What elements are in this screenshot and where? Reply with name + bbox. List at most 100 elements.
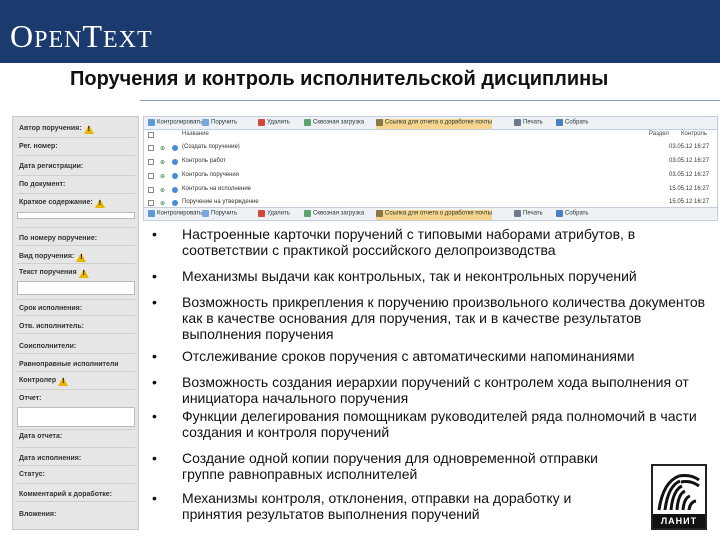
form-field-report[interactable]: Отчет: [13, 395, 138, 402]
bullet-icon: • [152, 268, 157, 284]
form-divider [17, 447, 135, 448]
collect-icon [556, 210, 563, 217]
form-divider [17, 175, 135, 176]
col-name-header[interactable]: Название [182, 131, 209, 137]
form-divider [17, 333, 135, 334]
form-divider [17, 315, 135, 316]
form-field-completion-date[interactable]: Дата исполнения: [13, 455, 138, 462]
form-field-parent-task[interactable]: По номеру поручение: [13, 235, 138, 242]
expand-icon[interactable]: ⊕ [160, 200, 165, 207]
table-row[interactable]: ⊕ Контроль на исполнение 15.05.12 16:27 [144, 186, 717, 196]
form-field-deadline[interactable]: Срок исполнения: [13, 305, 138, 312]
form-divider [17, 389, 135, 390]
row-date: 15.05.12 16:27 [669, 186, 710, 192]
collect-button[interactable]: Собрать [556, 210, 589, 220]
form-field-document[interactable]: По документ: [13, 181, 138, 188]
task-icon [172, 145, 178, 151]
form-divider [17, 227, 135, 228]
bullet-icon: • [152, 294, 157, 310]
form-divider [17, 263, 135, 264]
form-divider [17, 501, 135, 502]
delete-button[interactable]: Удалить [258, 119, 290, 129]
tasks-grid: Название Раздел Контроль ⊕ (Создать пору… [143, 130, 718, 209]
print-icon [514, 210, 521, 217]
grid-header: Название Раздел Контроль [144, 131, 717, 141]
delete-button[interactable]: Удалить [258, 210, 290, 220]
bullet-icon: • [152, 348, 157, 364]
form-divider [17, 193, 135, 194]
form-field-task-type[interactable]: Вид поручения: [13, 253, 138, 262]
control-icon [148, 119, 155, 126]
row-name: Поручение на утверждение [182, 199, 259, 205]
through-load-button[interactable]: Сквозная загрузка [304, 119, 364, 129]
row-checkbox[interactable] [148, 145, 154, 151]
link-icon [376, 119, 383, 126]
delete-icon [258, 119, 265, 126]
form-divider [17, 155, 135, 156]
form-field-report-date[interactable]: Дата отчета: [13, 433, 138, 440]
form-field-rework-comment[interactable]: Комментарий к доработке: [13, 491, 138, 498]
form-field-status[interactable]: Статус: [13, 471, 138, 478]
form-field-summary[interactable]: Краткое содержание: [13, 199, 138, 208]
row-checkbox[interactable] [148, 200, 154, 206]
expand-icon[interactable]: ⊕ [160, 159, 165, 166]
control-button[interactable]: Контролировать [148, 119, 202, 129]
expand-icon[interactable]: ⊕ [160, 187, 165, 194]
table-row[interactable]: ⊕ Контроль работ 03.05.12 16:27 [144, 158, 717, 168]
form-field-controller[interactable]: Контролер [13, 377, 138, 386]
print-button[interactable]: Печать [514, 210, 543, 220]
form-field-coexecutors[interactable]: Соисполнители: [13, 343, 138, 350]
form-field-task-text[interactable]: Текст поручения [13, 269, 138, 278]
col-control-header[interactable]: Контроль [681, 131, 707, 137]
tasks-toolbar-top: Контролировать Поручить Удалить Сквозная… [143, 116, 718, 130]
warning-icon [76, 253, 87, 262]
tasks-toolbar-bottom: Контролировать Поручить Удалить Сквозная… [143, 207, 718, 221]
assign-button[interactable]: Поручить [202, 210, 237, 220]
row-name: Контроль работ [182, 158, 226, 164]
row-name: Контроль на исполнение [182, 186, 252, 192]
assign-icon [202, 119, 209, 126]
report-input[interactable] [17, 407, 135, 427]
collect-icon [556, 119, 563, 126]
assign-button[interactable]: Поручить [202, 119, 237, 129]
report-link-button[interactable]: Ссылка для отчета о доработке почты [376, 119, 492, 129]
form-field-author[interactable]: Автор поручения: [13, 125, 138, 134]
page-title: Поручения и контроль исполнительской дис… [70, 68, 609, 90]
form-field-reg-number[interactable]: Рег. номер: [13, 143, 138, 150]
form-divider [17, 137, 135, 138]
table-row[interactable]: ⊕ (Создать поручение) 03.05.12 16:27 [144, 144, 717, 154]
control-button[interactable]: Контролировать [148, 210, 202, 220]
task-text-input[interactable] [17, 281, 135, 295]
print-icon [514, 119, 521, 126]
through-load-button[interactable]: Сквозная загрузка [304, 210, 364, 220]
task-icon [172, 159, 178, 165]
warning-icon [58, 377, 69, 386]
form-divider [17, 465, 135, 466]
row-checkbox[interactable] [148, 159, 154, 165]
select-all-checkbox[interactable] [148, 132, 154, 138]
header-bar: OPENTEXT [0, 0, 720, 63]
opentext-logo: OPENTEXT [10, 18, 153, 54]
expand-icon[interactable]: ⊕ [160, 145, 165, 152]
task-icon [172, 173, 178, 179]
form-divider [17, 299, 135, 300]
form-field-equal-executors[interactable]: Равноправные исполнители [13, 361, 138, 368]
collect-button[interactable]: Собрать [556, 119, 589, 129]
warning-icon [83, 125, 94, 134]
row-date: 03.05.12 16:27 [669, 172, 710, 178]
bullet-icon: • [152, 374, 157, 390]
print-button[interactable]: Печать [514, 119, 543, 129]
lanit-wordmark: ЛАНИТ [653, 514, 705, 528]
summary-input[interactable] [17, 212, 135, 219]
form-field-responsible[interactable]: Отв. исполнитель: [13, 323, 138, 330]
warning-icon [78, 269, 89, 278]
task-icon [172, 187, 178, 193]
form-field-reg-date[interactable]: Дата регистрации: [13, 163, 138, 170]
row-checkbox[interactable] [148, 173, 154, 179]
row-checkbox[interactable] [148, 187, 154, 193]
col-section-header[interactable]: Раздел [649, 131, 669, 137]
report-link-button[interactable]: Ссылка для отчета о доработке почты [376, 210, 492, 220]
form-field-attachments[interactable]: Вложения: [13, 511, 138, 518]
expand-icon[interactable]: ⊕ [160, 173, 165, 180]
table-row[interactable]: ⊕ Контроль поручения 03.05.12 16:27 [144, 172, 717, 182]
